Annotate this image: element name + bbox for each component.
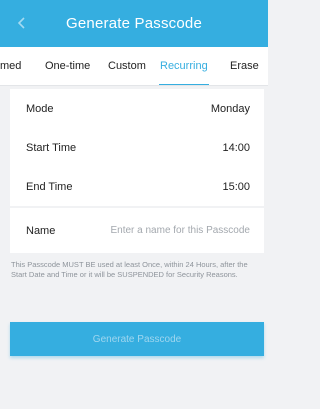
tab-recurring[interactable]: Recurring — [159, 47, 209, 85]
suspension-notice: This Passcode MUST BE used at least Once… — [11, 260, 248, 279]
name-label: Name — [26, 224, 56, 237]
name-input[interactable] — [96, 225, 250, 236]
end-time-row[interactable]: End Time 15:00 — [10, 167, 264, 206]
generate-passcode-button[interactable]: Generate Passcode — [10, 322, 264, 356]
tab-erase[interactable]: Erase — [230, 47, 259, 85]
mode-label: Mode — [26, 102, 54, 115]
mode-value[interactable]: Monday — [211, 103, 250, 115]
name-row: Name — [10, 208, 264, 253]
tab-timed[interactable]: med — [0, 47, 21, 85]
end-time-label: End Time — [26, 180, 73, 193]
start-time-value[interactable]: 14:00 — [222, 142, 250, 154]
mode-row[interactable]: Mode Monday — [10, 89, 264, 128]
end-time-value[interactable]: 15:00 — [222, 181, 250, 193]
tab-one-time[interactable]: One-time — [45, 47, 90, 85]
back-arrow-icon[interactable] — [12, 13, 32, 33]
page-title: Generate Passcode — [66, 15, 202, 32]
schedule-card: Mode Monday Start Time 14:00 End Time 15… — [10, 89, 264, 206]
start-time-row[interactable]: Start Time 14:00 — [10, 128, 264, 167]
tab-bar: med One-time Custom Recurring Erase — [0, 47, 268, 86]
header-bar: Generate Passcode — [0, 0, 268, 47]
name-card: Name — [10, 208, 264, 253]
start-time-label: Start Time — [26, 141, 77, 154]
tab-custom[interactable]: Custom — [108, 47, 146, 85]
